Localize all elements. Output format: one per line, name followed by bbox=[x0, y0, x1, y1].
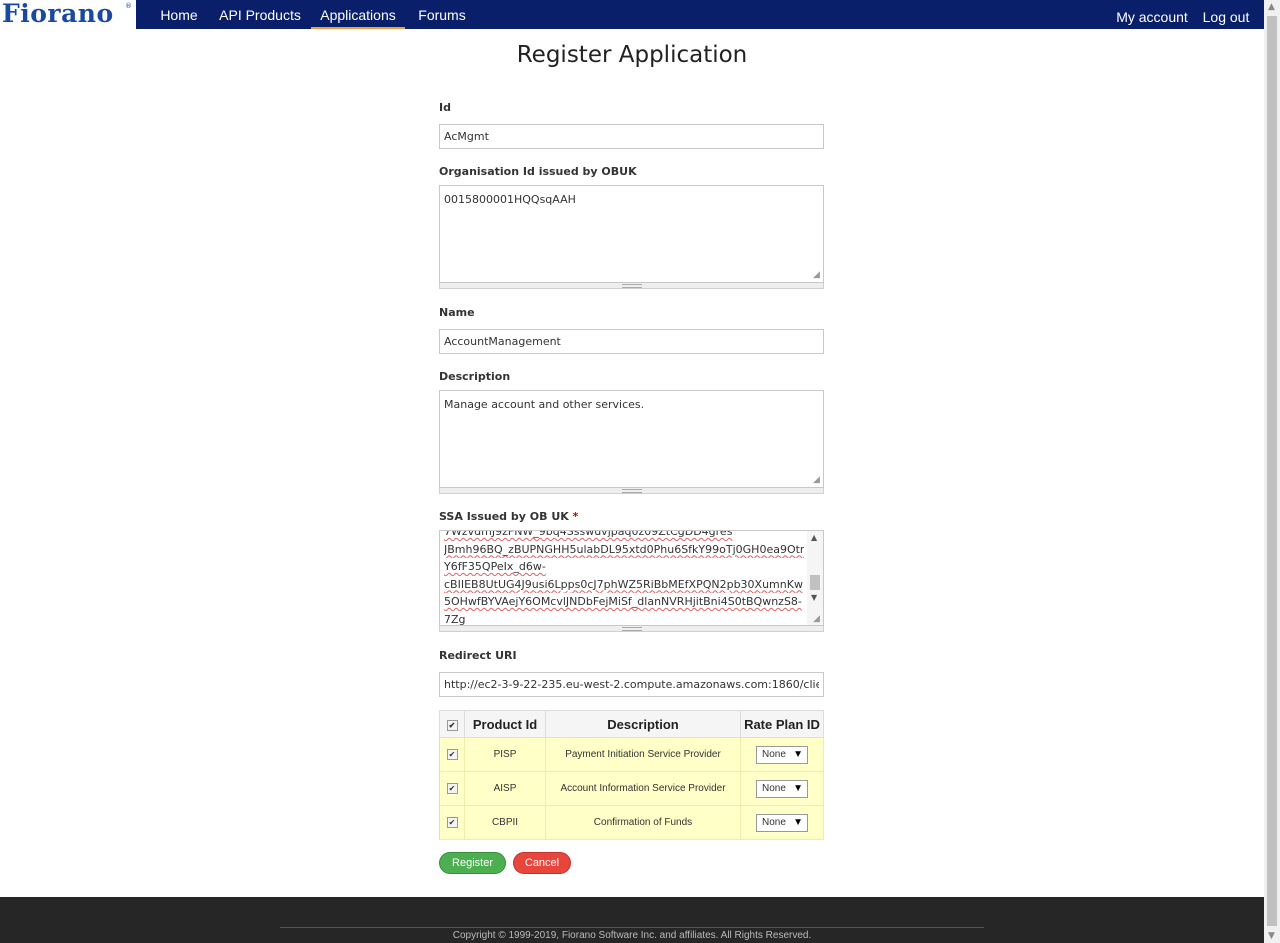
nav-log-out[interactable]: Log out bbox=[1197, 2, 1255, 31]
name-label: Name bbox=[439, 306, 475, 319]
redirect-uri-input[interactable] bbox=[439, 672, 824, 697]
ssa-line: JBmh96BQ_zBUPNGHH5ulabDL95xtd0Phu6SfkY99… bbox=[444, 542, 804, 556]
product-id-cell: PISP bbox=[464, 737, 546, 772]
table-row: ✔ PISP Payment Initiation Service Provid… bbox=[439, 737, 824, 772]
col-description[interactable]: Description bbox=[545, 710, 741, 738]
resize-handle-icon[interactable]: ◢ bbox=[813, 615, 820, 624]
table-row: ✔ CBPII Confirmation of Funds None ▼ bbox=[439, 805, 824, 840]
ssa-scrollbar[interactable]: ▲ ▼ bbox=[807, 531, 823, 625]
brand-logo[interactable]: Fiorano ® bbox=[0, 0, 136, 29]
row-checkbox[interactable]: ✔ bbox=[446, 816, 458, 828]
products-table: ✔ Product Id Description Rate Plan ID ✔ … bbox=[439, 710, 824, 840]
page-scrollbar[interactable]: ▲ ▼ bbox=[1264, 0, 1280, 943]
ssa-line: 7Zg bbox=[444, 612, 466, 626]
ssa-label: SSA Issued by OB UK * bbox=[439, 510, 578, 523]
org-id-textarea[interactable]: 0015800001HQQsqAAH bbox=[439, 185, 824, 283]
ssa-line: 7WzvdmJ9zFNW_9bq4Ssswuvjpaq0z09ZtCgDD4gr… bbox=[444, 530, 733, 538]
ssa-line: 5OHwfBYVAejY6OMcvlJNDbFejMiSf_dlanNVRHji… bbox=[444, 595, 802, 608]
rate-plan-cell: None ▼ bbox=[740, 737, 824, 772]
scroll-thumb[interactable] bbox=[1267, 16, 1277, 926]
dropdown-arrow-icon: ▼ bbox=[793, 748, 803, 760]
scroll-down-icon[interactable]: ▼ bbox=[811, 593, 817, 602]
scroll-up-icon[interactable]: ▲ bbox=[811, 533, 817, 542]
rate-plan-value: None bbox=[762, 748, 786, 760]
product-id-cell: AISP bbox=[464, 771, 546, 806]
description-cell: Confirmation of Funds bbox=[545, 805, 741, 840]
registered-mark: ® bbox=[125, 2, 132, 10]
row-checkbox[interactable]: ✔ bbox=[446, 782, 458, 794]
top-navbar: Fiorano ® Home API Products Applications… bbox=[0, 0, 1264, 29]
org-id-label: Organisation Id issued by OBUK bbox=[439, 165, 637, 178]
row-checkbox[interactable]: ✔ bbox=[446, 748, 458, 760]
cancel-button[interactable]: Cancel bbox=[513, 852, 571, 874]
col-rate-plan[interactable]: Rate Plan ID bbox=[740, 710, 824, 738]
description-cell: Payment Initiation Service Provider bbox=[545, 737, 741, 772]
ssa-label-text: SSA Issued by OB UK bbox=[439, 510, 569, 523]
select-all-checkbox[interactable]: ✔ bbox=[446, 719, 458, 731]
scroll-down-icon[interactable]: ▼ bbox=[1268, 931, 1275, 941]
description-cell: Account Information Service Provider bbox=[545, 771, 741, 806]
footer-divider bbox=[280, 927, 984, 928]
table-header-row: ✔ Product Id Description Rate Plan ID bbox=[439, 710, 824, 738]
redirect-uri-label: Redirect URI bbox=[439, 649, 517, 662]
id-label: Id bbox=[439, 101, 451, 114]
footer: Copyright © 1999-2019, Fiorano Software … bbox=[0, 897, 1264, 943]
product-id-cell: CBPII bbox=[464, 805, 546, 840]
rate-plan-select[interactable]: None ▼ bbox=[756, 813, 808, 832]
nav-api-products[interactable]: API Products bbox=[213, 0, 307, 29]
select-all-cell[interactable]: ✔ bbox=[439, 710, 465, 738]
row-checkbox-cell[interactable]: ✔ bbox=[439, 737, 465, 772]
rate-plan-value: None bbox=[762, 816, 786, 828]
name-input[interactable] bbox=[439, 329, 824, 354]
required-mark: * bbox=[572, 510, 579, 523]
scroll-thumb[interactable] bbox=[810, 575, 820, 590]
page-title: Register Application bbox=[516, 42, 748, 68]
resize-handle-icon[interactable]: ◢ bbox=[813, 476, 820, 485]
ssa-line: Y6fF35QPeIx_d6w- bbox=[444, 560, 546, 573]
description-textarea[interactable]: Manage account and other services. bbox=[439, 390, 824, 488]
table-row: ✔ AISP Account Information Service Provi… bbox=[439, 771, 824, 806]
textarea-resize-grip[interactable] bbox=[439, 283, 824, 289]
id-input[interactable] bbox=[439, 124, 824, 149]
nav-forums[interactable]: Forums bbox=[412, 0, 472, 29]
description-label: Description bbox=[439, 370, 511, 383]
nav-my-account[interactable]: My account bbox=[1110, 2, 1194, 31]
rate-plan-select[interactable]: None ▼ bbox=[756, 779, 808, 798]
dropdown-arrow-icon: ▼ bbox=[793, 782, 803, 794]
row-checkbox-cell[interactable]: ✔ bbox=[439, 771, 465, 806]
ssa-line: cBIIEB8UtUG4J9usi6Lpps0cJ7phWZ5RiBbMEfXP… bbox=[444, 577, 804, 591]
rate-plan-cell: None ▼ bbox=[740, 805, 824, 840]
ssa-text: 7WzvdmJ9zFNW_9bq4Ssswuvjpaq0z09ZtCgDD4gr… bbox=[444, 530, 804, 626]
register-button[interactable]: Register bbox=[439, 852, 506, 874]
row-checkbox-cell[interactable]: ✔ bbox=[439, 805, 465, 840]
ssa-textarea[interactable]: 7WzvdmJ9zFNW_9bq4Ssswuvjpaq0z09ZtCgDD4gr… bbox=[439, 530, 824, 626]
textarea-resize-grip[interactable] bbox=[439, 626, 824, 632]
textarea-resize-grip[interactable] bbox=[439, 488, 824, 494]
nav-applications[interactable]: Applications bbox=[311, 0, 405, 29]
rate-plan-cell: None ▼ bbox=[740, 771, 824, 806]
copyright-text: Copyright © 1999-2019, Fiorano Software … bbox=[452, 930, 812, 941]
col-product-id[interactable]: Product Id bbox=[464, 710, 546, 738]
rate-plan-value: None bbox=[762, 782, 786, 794]
scroll-up-icon[interactable]: ▲ bbox=[1268, 2, 1275, 12]
resize-handle-icon[interactable]: ◢ bbox=[813, 271, 820, 280]
logo-text: Fiorano bbox=[2, 0, 114, 28]
dropdown-arrow-icon: ▼ bbox=[793, 816, 803, 828]
nav-home[interactable]: Home bbox=[152, 0, 206, 29]
rate-plan-select[interactable]: None ▼ bbox=[756, 745, 808, 764]
